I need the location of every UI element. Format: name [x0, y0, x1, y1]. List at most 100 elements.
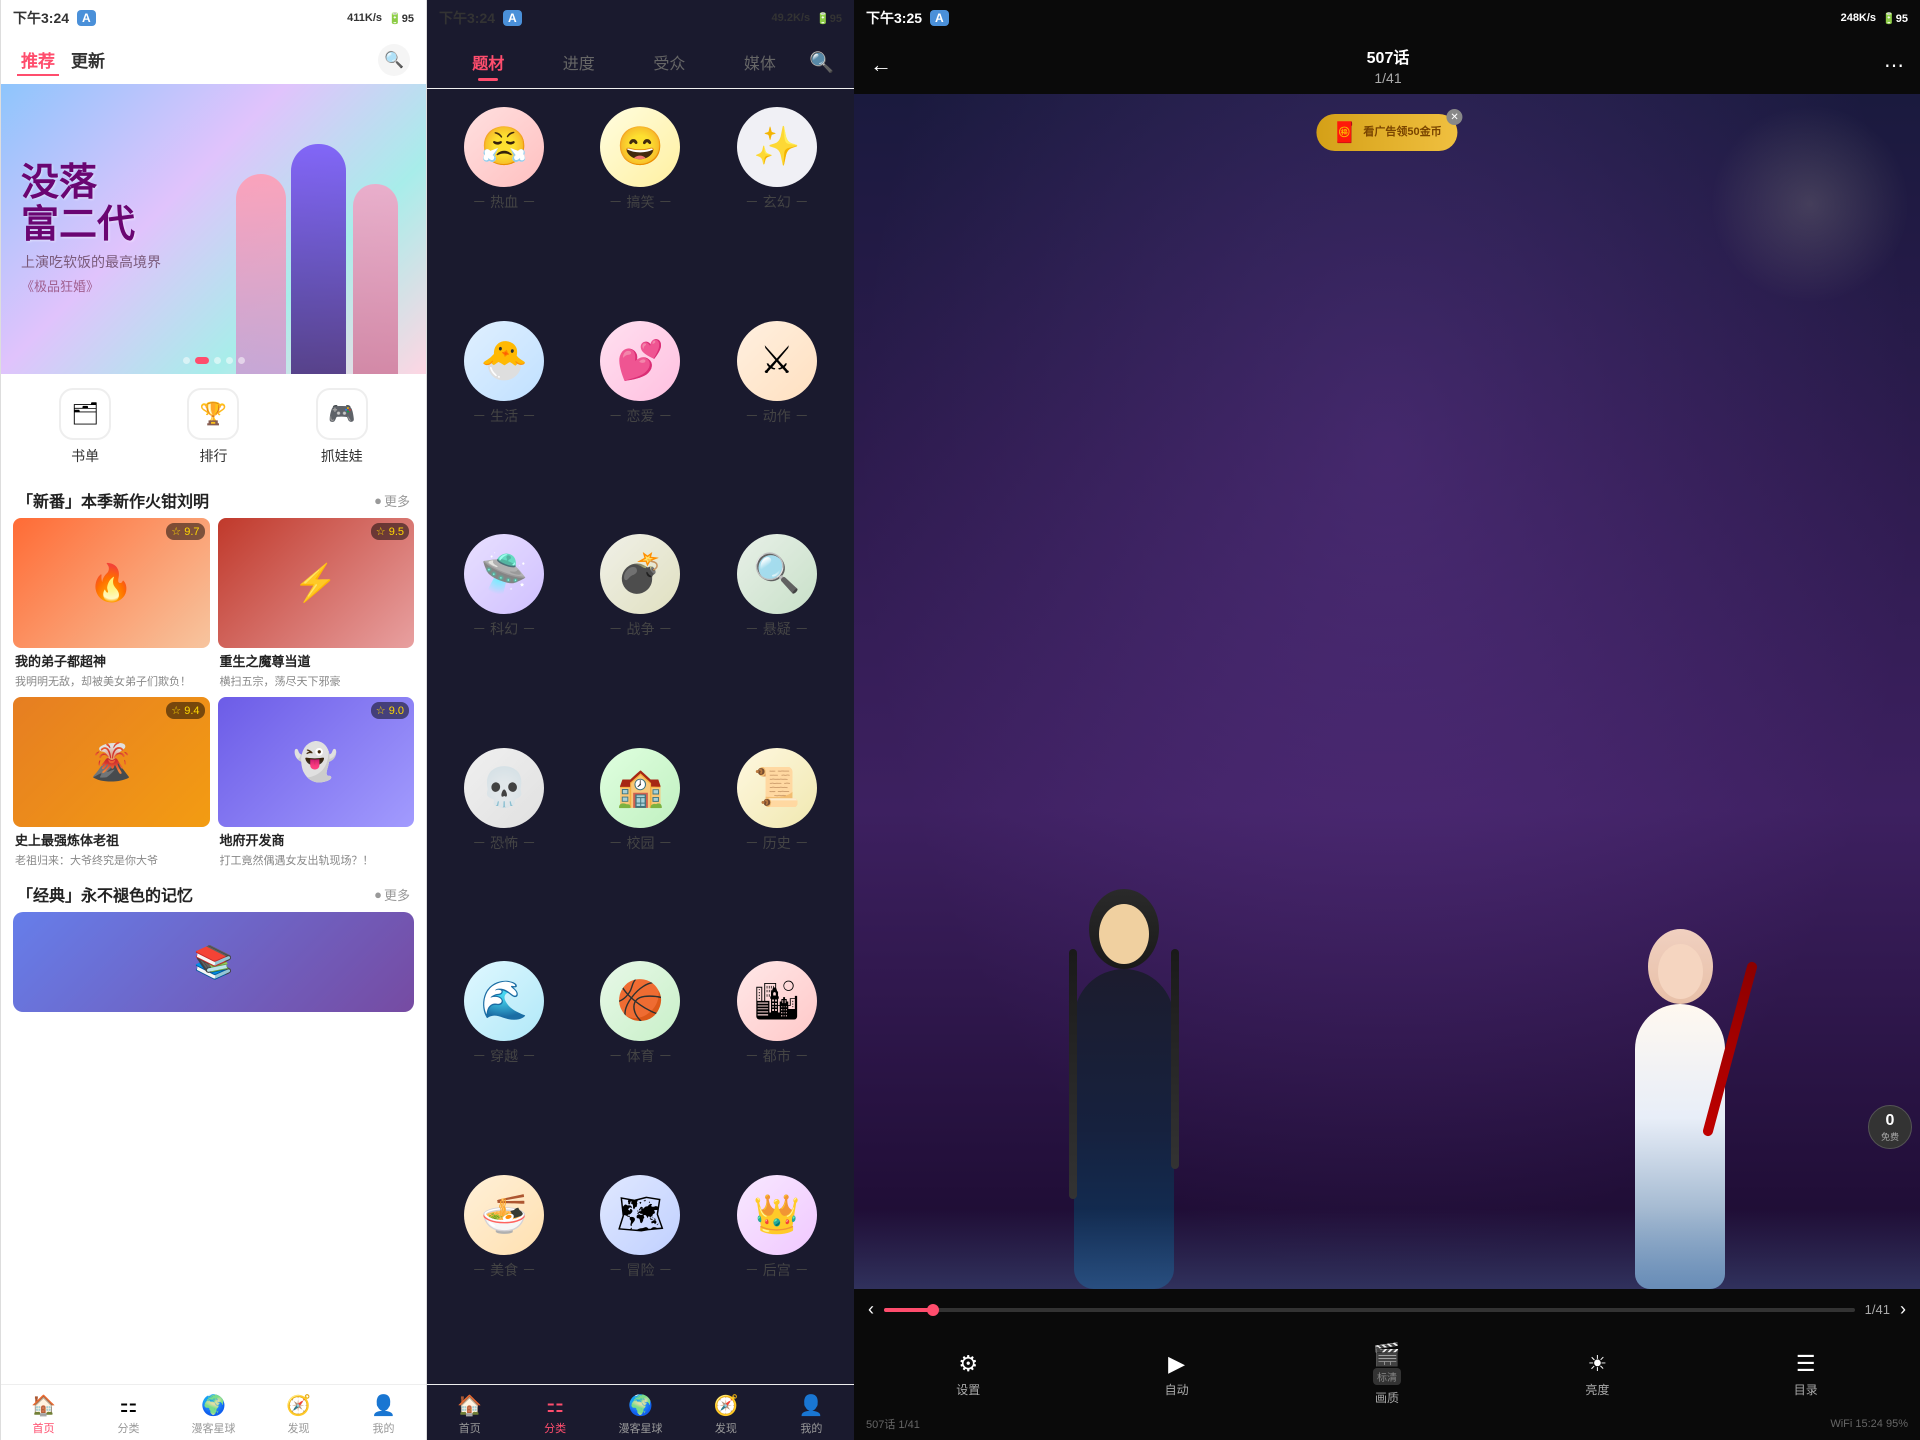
- tab-update[interactable]: 更新: [67, 45, 109, 76]
- cat-nav-profile-label: 我的: [800, 1420, 822, 1436]
- quality-icon: 🎬: [1373, 1342, 1400, 1368]
- reader-content[interactable]: ✕ 🧧 看广告领50金币: [854, 94, 1920, 1289]
- status-bar-home: 下午3:24 A 411K/s 🔋95: [1, 0, 426, 36]
- banner: 没落富二代 上演吃软饭的最高境界 《极品狂婚》: [1, 84, 426, 374]
- quick-booklist[interactable]: 🗂 书单: [59, 388, 111, 466]
- genre-life[interactable]: 🐣 － 生活 －: [439, 313, 569, 521]
- new-section-more[interactable]: ● 更多: [374, 491, 410, 510]
- nav-home[interactable]: 🏠 首页: [1, 1393, 86, 1436]
- more-options-button[interactable]: ⋯: [1884, 53, 1904, 78]
- tab-progress[interactable]: 进度: [534, 44, 625, 80]
- cat-nav-planet[interactable]: 🌍 漫客星球: [598, 1393, 683, 1436]
- next-page-button[interactable]: ›: [1900, 1299, 1906, 1320]
- nav-planet[interactable]: 🌍 漫客星球: [171, 1393, 256, 1436]
- toc-button[interactable]: ☰ 目录: [1794, 1351, 1818, 1398]
- reader-chapter-info: 507话 1/41: [866, 1416, 920, 1432]
- genre-war[interactable]: 💣 － 战争 －: [575, 526, 705, 734]
- manga-desc-2: 横扫五宗，荡尽天下邪豪: [218, 673, 415, 689]
- genre-martial[interactable]: ⚔ － 动作 －: [712, 313, 842, 521]
- genre-history[interactable]: 📜 － 历史 －: [712, 740, 842, 948]
- category-search-button[interactable]: 🔍: [805, 46, 838, 79]
- nav-category-label: 分类: [118, 1420, 140, 1436]
- genre-harem[interactable]: 👑 － 后宫 －: [712, 1167, 842, 1375]
- genre-romance-label: － 恋爱 －: [609, 406, 673, 426]
- nav-planet-label: 漫客星球: [192, 1420, 236, 1436]
- search-button[interactable]: 🔍: [378, 44, 410, 76]
- genre-sports-label: － 体育 －: [609, 1046, 673, 1066]
- manga-card-1[interactable]: 🔥 ☆ 9.7 我的弟子都超神 我明明无敌，却被美女弟子们欺负！: [13, 518, 210, 689]
- classic-section-header: 「经典」永不褪色的记忆 ● 更多: [1, 874, 426, 912]
- panel-reader: 下午3:25 A 248K/s 🔋95 ← 507话 1/41 ⋯ ✕ 🧧 看广…: [854, 0, 1920, 1440]
- quick-nav: 🗂 书单 🏆 排行 🎮 抓娃娃: [1, 374, 426, 480]
- cat-nav-category[interactable]: ⚏ 分类: [512, 1393, 597, 1436]
- cat-nav-home[interactable]: 🏠 首页: [427, 1393, 512, 1436]
- classic-section-more[interactable]: ● 更多: [374, 885, 410, 904]
- progress-thumb: [927, 1304, 939, 1316]
- genre-mystery[interactable]: 🔍 － 悬疑 －: [712, 526, 842, 734]
- back-button[interactable]: ←: [870, 52, 892, 78]
- nav-discover-label: 发现: [288, 1420, 310, 1436]
- ranking-label: 排行: [199, 446, 227, 466]
- brightness-icon: ☀: [1587, 1351, 1607, 1377]
- genre-city[interactable]: 🏙 － 都市 －: [712, 953, 842, 1161]
- auto-button[interactable]: ▶ 自动: [1165, 1351, 1189, 1398]
- nav-profile[interactable]: 👤 我的: [341, 1393, 426, 1436]
- reader-time-info: WiFi 15:24 95%: [1830, 1418, 1908, 1430]
- tab-recommend[interactable]: 推荐: [17, 45, 59, 76]
- genre-comedy[interactable]: 😄 － 搞笑 －: [575, 99, 705, 307]
- brightness-label: 亮度: [1585, 1381, 1609, 1398]
- genre-scifi[interactable]: 🛸 － 科幻 －: [439, 526, 569, 734]
- ad-icon: 🧧: [1332, 120, 1357, 145]
- genre-adventure[interactable]: 🗺 － 冒险 －: [575, 1167, 705, 1375]
- quality-label: 画质: [1375, 1389, 1399, 1406]
- manga-thumb-3: 🌋 ☆ 9.4: [13, 697, 210, 827]
- genre-romance[interactable]: 💕 － 恋爱 －: [575, 313, 705, 521]
- auto-icon: ▶: [1168, 1351, 1185, 1377]
- genre-action[interactable]: 😤 － 热血 －: [439, 99, 569, 307]
- settings-button[interactable]: ⚙ 设置: [956, 1351, 980, 1398]
- manga-thumb-4: 👻 ☆ 9.0: [218, 697, 415, 827]
- manga-title-4: 地府开发商: [218, 830, 415, 849]
- reader-header: ← 507话 1/41 ⋯: [854, 36, 1920, 94]
- reader-bottom-info: 507话 1/41 WiFi 15:24 95%: [854, 1412, 1920, 1440]
- genre-city-label: － 都市 －: [745, 1046, 809, 1066]
- cat-nav-profile[interactable]: 👤 我的: [769, 1393, 854, 1436]
- brightness-button[interactable]: ☀ 亮度: [1585, 1351, 1609, 1398]
- reader-progress: ‹ 1/41 ›: [854, 1289, 1920, 1330]
- genre-school[interactable]: 🏫 － 校园 －: [575, 740, 705, 948]
- progress-fill: [884, 1308, 933, 1312]
- genre-scifi-label: － 科幻 －: [472, 619, 536, 639]
- cat-nav-discover[interactable]: 🧭 发现: [683, 1393, 768, 1436]
- settings-icon: ⚙: [958, 1351, 978, 1377]
- tab-media[interactable]: 媒体: [715, 44, 806, 80]
- manga-card-4[interactable]: 👻 ☆ 9.0 地府开发商 打工竟然偶遇女友出轨现场？！: [218, 697, 415, 868]
- manga-title-1: 我的弟子都超神: [13, 651, 210, 670]
- genre-isekai-label: － 穿越 －: [472, 1046, 536, 1066]
- nav-profile-label: 我的: [373, 1420, 395, 1436]
- nav-category[interactable]: ⚏ 分类: [86, 1393, 171, 1436]
- genre-food[interactable]: 🍜 － 美食 －: [439, 1167, 569, 1375]
- prev-page-button[interactable]: ‹: [868, 1299, 874, 1320]
- manga-rating-1: ☆ 9.7: [166, 523, 204, 540]
- quality-button[interactable]: 🎬 标清 画质: [1373, 1342, 1401, 1406]
- cat-nav-planet-label: 漫客星球: [619, 1420, 663, 1436]
- classic-section-title: 「经典」永不褪色的记忆: [17, 882, 193, 906]
- tab-theme[interactable]: 题材: [443, 44, 534, 80]
- genre-isekai[interactable]: 🌊 － 穿越 －: [439, 953, 569, 1161]
- genre-harem-label: － 后宫 －: [745, 1260, 809, 1280]
- new-section-header: 「新番」本季新作火钳刘明 ● 更多: [1, 480, 426, 518]
- nav-discover[interactable]: 🧭 发现: [256, 1393, 341, 1436]
- ad-banner[interactable]: ✕ 🧧 看广告领50金币: [1316, 114, 1457, 151]
- cat-nav-category-label: 分类: [544, 1420, 566, 1436]
- genre-sports[interactable]: 🏀 － 体育 －: [575, 953, 705, 1161]
- progress-bar[interactable]: [884, 1308, 1855, 1312]
- manga-card-3[interactable]: 🌋 ☆ 9.4 史上最强炼体老祖 老祖归来：大爷终究是你大爷: [13, 697, 210, 868]
- quick-ranking[interactable]: 🏆 排行: [187, 388, 239, 466]
- quick-grab[interactable]: 🎮 抓娃娃: [316, 388, 368, 466]
- tab-audience[interactable]: 受众: [624, 44, 715, 80]
- genre-horror[interactable]: 💀 － 恐怖 －: [439, 740, 569, 948]
- genre-fantasy[interactable]: ✨ － 玄幻 －: [712, 99, 842, 307]
- home-bottom-nav: 🏠 首页 ⚏ 分类 🌍 漫客星球 🧭 发现 👤 我的: [1, 1384, 426, 1440]
- genre-grid: 😤 － 热血 － 😄 － 搞笑 － ✨ － 玄幻 － 🐣 － 生活 － 💕 － …: [427, 89, 854, 1384]
- manga-card-2[interactable]: ⚡ ☆ 9.5 重生之魔尊当道 横扫五宗，荡尽天下邪豪: [218, 518, 415, 689]
